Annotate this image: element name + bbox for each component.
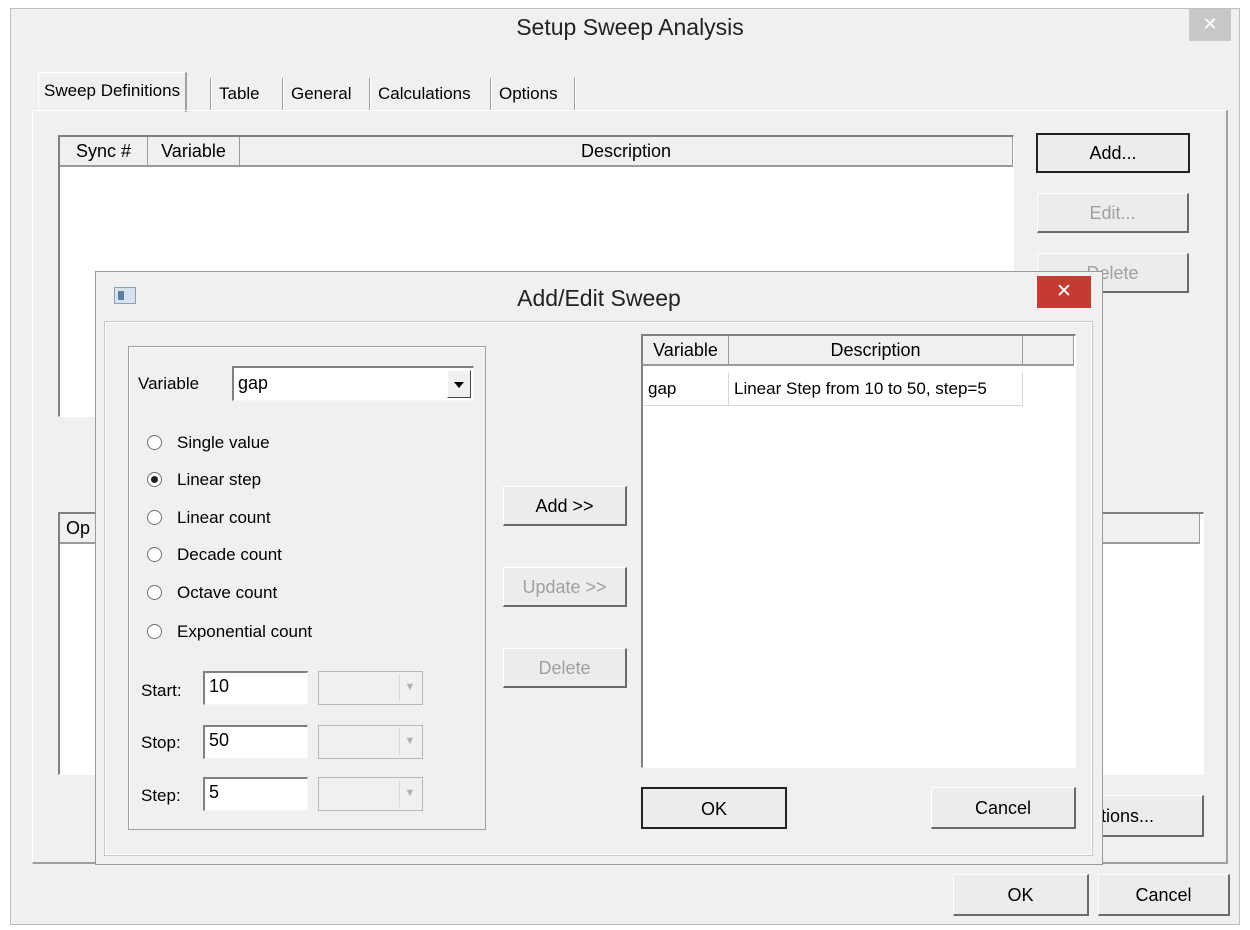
table-cell-description: Linear Step from 10 to 50, step=5 (729, 372, 1023, 406)
close-icon: ✕ (1056, 281, 1072, 302)
radio-single-value[interactable]: Single value (147, 432, 387, 458)
add-sweep-button[interactable]: Add... (1036, 133, 1190, 173)
chevron-down-icon: ▼ (399, 728, 420, 755)
tab-general[interactable]: General (286, 76, 356, 112)
radio-button[interactable] (147, 435, 162, 450)
variable-label: Variable (138, 374, 200, 393)
column-header-sync[interactable]: Sync # (60, 137, 148, 167)
step-label: Step: (141, 786, 181, 805)
start-unit-select[interactable]: ▼ (318, 671, 423, 705)
start-input[interactable]: 10 (203, 671, 308, 705)
radio-linear-step[interactable]: Linear step (147, 469, 387, 495)
tab-calculations[interactable]: Calculations (373, 76, 476, 112)
radio-octave-count[interactable]: Octave count (147, 582, 387, 608)
radio-button[interactable] (147, 585, 162, 600)
dialog-ok-button[interactable]: OK (641, 787, 787, 829)
column-header-empty[interactable] (1023, 336, 1074, 366)
chevron-down-icon: ▼ (399, 780, 420, 807)
radio-linear-count[interactable]: Linear count (147, 507, 387, 533)
column-header-variable[interactable]: Variable (148, 137, 240, 167)
close-icon: ✕ (1202, 14, 1218, 34)
column-header-description[interactable]: Description (240, 137, 1013, 167)
radio-button[interactable] (147, 510, 162, 525)
radio-label: Single value (177, 433, 270, 452)
tab-sweep-definitions[interactable]: Sweep Definitions (38, 72, 188, 112)
tab-separator (490, 78, 492, 110)
tab-table[interactable]: Table (214, 76, 265, 112)
stop-input[interactable]: 50 (203, 725, 308, 759)
radio-button[interactable] (147, 624, 162, 639)
dialog-title: Add/Edit Sweep (517, 285, 681, 311)
radio-label: Octave count (177, 583, 278, 602)
tab-separator (574, 78, 576, 110)
step-unit-select[interactable]: ▼ (318, 777, 423, 811)
tab-options[interactable]: Options (494, 76, 563, 112)
table-row[interactable]: gap Linear Step from 10 to 50, step=5 (643, 372, 1023, 406)
radio-label: Linear step (177, 470, 262, 489)
variable-dropdown-button[interactable] (447, 370, 471, 398)
stop-label: Stop: (141, 733, 181, 752)
start-label: Start: (141, 681, 182, 700)
radio-exponential-count[interactable]: Exponential count (147, 621, 387, 647)
window-title: Setup Sweep Analysis (516, 14, 744, 40)
radio-button[interactable] (147, 547, 162, 562)
variable-select[interactable]: gap (232, 366, 474, 401)
tab-separator (210, 78, 212, 110)
variable-select-value: gap (238, 373, 269, 393)
add-to-list-button[interactable]: Add >> (503, 486, 627, 526)
dialog-cancel-button[interactable]: Cancel (931, 787, 1076, 829)
outer-ok-button[interactable]: OK (953, 874, 1089, 916)
radio-label: Linear count (177, 508, 271, 527)
radio-decade-count[interactable]: Decade count (147, 544, 387, 570)
step-input[interactable]: 5 (203, 777, 308, 811)
chevron-down-icon (454, 382, 464, 388)
column-header-variable[interactable]: Variable (643, 336, 729, 366)
tab-separator (282, 78, 284, 110)
edit-sweep-button[interactable]: Edit... (1037, 193, 1189, 233)
dialog-close-button[interactable]: ✕ (1037, 276, 1091, 308)
stop-unit-select[interactable]: ▼ (318, 725, 423, 759)
window-close-button[interactable]: ✕ (1189, 9, 1231, 41)
radio-label: Exponential count (177, 622, 313, 641)
table-cell-variable: gap (643, 372, 729, 406)
outer-cancel-button[interactable]: Cancel (1098, 874, 1230, 916)
radio-button[interactable] (147, 472, 162, 487)
tab-separator (369, 78, 371, 110)
column-header-description[interactable]: Description (729, 336, 1023, 366)
radio-label: Decade count (177, 545, 282, 564)
chevron-down-icon: ▼ (399, 674, 420, 701)
update-button[interactable]: Update >> (503, 567, 627, 607)
delete-from-list-button[interactable]: Delete (503, 648, 627, 688)
